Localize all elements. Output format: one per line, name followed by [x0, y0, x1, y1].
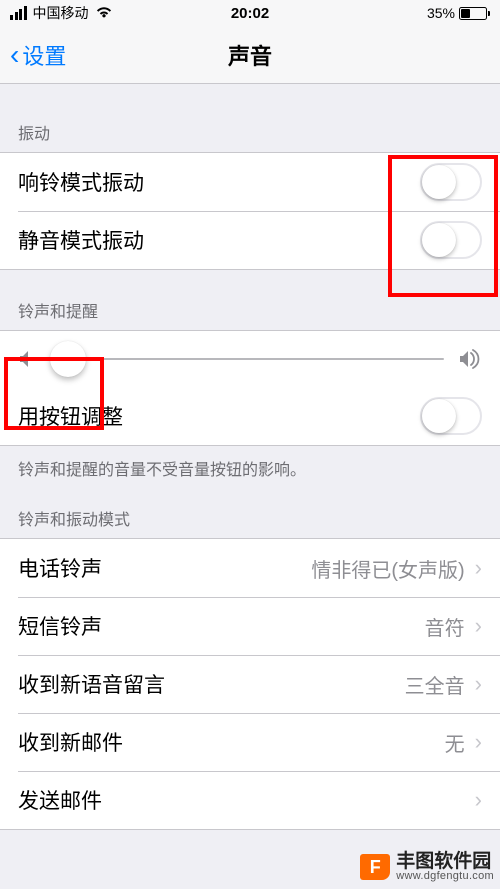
carrier-label: 中国移动	[33, 3, 89, 23]
button-adjust-group: 用按钮调整	[0, 387, 500, 446]
watermark-logo: F	[360, 854, 390, 880]
nav-bar: ‹ 设置 声音	[0, 26, 500, 84]
chevron-right-icon: ›	[475, 671, 482, 697]
watermark-text: 丰图软件园 www.dgfengtu.com	[396, 852, 494, 883]
patterns-group: 电话铃声 情非得已(女声版) › 短信铃声 音符 › 收到新语音留言 三全音 ›…	[0, 538, 500, 830]
volume-slider[interactable]	[48, 358, 444, 360]
label-text-tone: 短信铃声	[18, 611, 425, 641]
toggle-silent-vibrate[interactable]	[420, 221, 482, 259]
toggle-ring-vibrate[interactable]	[420, 163, 482, 201]
row-ring-vibrate: 响铃模式振动	[0, 153, 500, 211]
signal-icon	[10, 6, 27, 20]
label-new-voicemail: 收到新语音留言	[18, 669, 405, 699]
back-label: 设置	[22, 39, 66, 71]
watermark-domain: www.dgfengtu.com	[396, 871, 494, 883]
watermark-brand: 丰图软件园	[396, 852, 494, 872]
value-ringtone: 情非得已(女声版)	[311, 554, 464, 583]
status-left: 中国移动	[10, 3, 170, 23]
clock: 20:02	[170, 5, 330, 22]
toggle-button-adjust[interactable]	[420, 397, 482, 435]
status-bar: 中国移动 20:02 35%	[0, 0, 500, 26]
row-new-voicemail[interactable]: 收到新语音留言 三全音 ›	[0, 655, 500, 713]
value-new-mail: 无	[445, 728, 465, 757]
label-ringtone: 电话铃声	[18, 553, 311, 583]
row-silent-vibrate: 静音模式振动	[0, 211, 500, 269]
slider-thumb[interactable]	[50, 341, 86, 377]
label-new-mail: 收到新邮件	[18, 727, 445, 757]
section-header-patterns: 铃声和振动模式	[0, 486, 500, 538]
row-sent-mail[interactable]: 发送邮件 ›	[0, 771, 500, 829]
battery-percent: 35%	[427, 5, 455, 21]
volume-max-icon	[458, 349, 482, 369]
value-text-tone: 音符	[425, 612, 465, 641]
chevron-right-icon: ›	[475, 787, 482, 813]
wifi-icon	[95, 5, 113, 21]
label-button-adjust: 用按钮调整	[18, 401, 420, 431]
section-header-vibration: 振动	[0, 84, 500, 152]
battery-icon	[459, 7, 490, 20]
row-text-tone[interactable]: 短信铃声 音符 ›	[0, 597, 500, 655]
page-title: 声音	[0, 39, 500, 71]
row-button-adjust: 用按钮调整	[0, 387, 500, 445]
vibration-group: 响铃模式振动 静音模式振动	[0, 152, 500, 270]
chevron-right-icon: ›	[475, 555, 482, 581]
watermark: F 丰图软件园 www.dgfengtu.com	[360, 852, 494, 883]
chevron-right-icon: ›	[475, 729, 482, 755]
status-right: 35%	[330, 5, 490, 21]
label-sent-mail: 发送邮件	[18, 785, 465, 815]
row-ringtone[interactable]: 电话铃声 情非得已(女声版) ›	[0, 539, 500, 597]
volume-slider-row	[0, 330, 500, 387]
chevron-left-icon: ‹	[10, 41, 19, 69]
footer-ringer: 铃声和提醒的音量不受音量按钮的影响。	[0, 446, 500, 486]
label-silent-vibrate: 静音模式振动	[18, 225, 420, 255]
row-new-mail[interactable]: 收到新邮件 无 ›	[0, 713, 500, 771]
section-header-ringer: 铃声和提醒	[0, 270, 500, 330]
back-button[interactable]: ‹ 设置	[10, 39, 66, 71]
volume-min-icon	[18, 349, 34, 369]
chevron-right-icon: ›	[475, 613, 482, 639]
value-new-voicemail: 三全音	[405, 670, 465, 699]
label-ring-vibrate: 响铃模式振动	[18, 167, 420, 197]
